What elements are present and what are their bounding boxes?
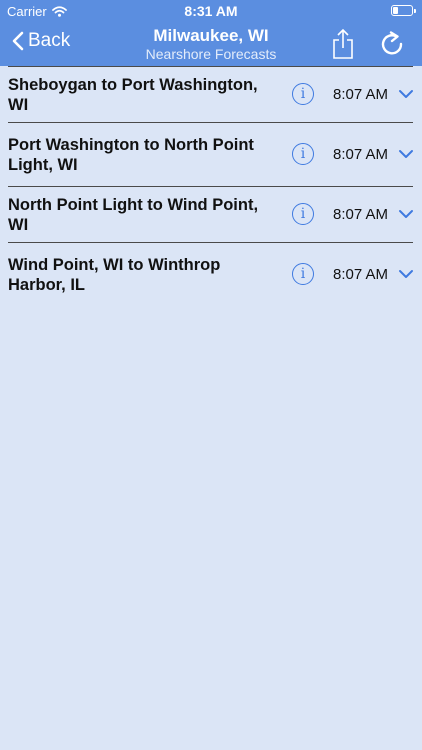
- forecast-row[interactable]: Wind Point, WI to Winthrop Harbor, IL i …: [8, 242, 413, 307]
- forecast-time: 8:07 AM: [333, 266, 389, 283]
- share-icon[interactable]: [331, 28, 355, 60]
- forecast-row[interactable]: North Point Light to Wind Point, WI i 8:…: [8, 186, 413, 242]
- forecast-time: 8:07 AM: [333, 206, 389, 223]
- info-icon[interactable]: i: [292, 203, 314, 225]
- page-title: Milwaukee, WI: [153, 26, 269, 45]
- nav-bar: Back Milwaukee, WI Nearshore Forecasts: [0, 22, 422, 66]
- chevron-down-icon[interactable]: [398, 149, 414, 159]
- status-time: 8:31 AM: [184, 3, 238, 19]
- battery-nub: [414, 9, 416, 13]
- page-subtitle: Nearshore Forecasts: [145, 46, 277, 62]
- info-icon[interactable]: i: [292, 83, 314, 105]
- status-bar: Carrier 8:31 AM: [0, 0, 422, 22]
- battery-icon: [391, 5, 416, 16]
- forecast-name: Wind Point, WI to Winthrop Harbor, IL: [8, 256, 221, 294]
- forecast-time: 8:07 AM: [333, 86, 389, 103]
- chevron-down-icon[interactable]: [398, 89, 414, 99]
- forecast-row[interactable]: Port Washington to North Point Light, WI…: [8, 122, 413, 186]
- forecast-name: Sheboygan to Port Washington, WI: [8, 75, 258, 114]
- header: Carrier 8:31 AM Back Milwaukee, WI Nears…: [0, 0, 422, 66]
- forecast-row[interactable]: Sheboygan to Port Washington, WI i 8:07 …: [8, 66, 413, 122]
- info-icon[interactable]: i: [292, 143, 314, 165]
- forecast-time: 8:07 AM: [333, 146, 389, 163]
- chevron-down-icon[interactable]: [398, 209, 414, 219]
- refresh-icon[interactable]: [380, 31, 404, 57]
- forecast-list: Sheboygan to Port Washington, WI i 8:07 …: [0, 66, 422, 307]
- forecast-name: Port Washington to North Point Light, WI: [8, 135, 254, 174]
- forecast-name: North Point Light to Wind Point, WI: [8, 195, 259, 234]
- battery-fill: [393, 7, 399, 14]
- chevron-down-icon[interactable]: [398, 269, 414, 279]
- info-icon[interactable]: i: [292, 263, 314, 285]
